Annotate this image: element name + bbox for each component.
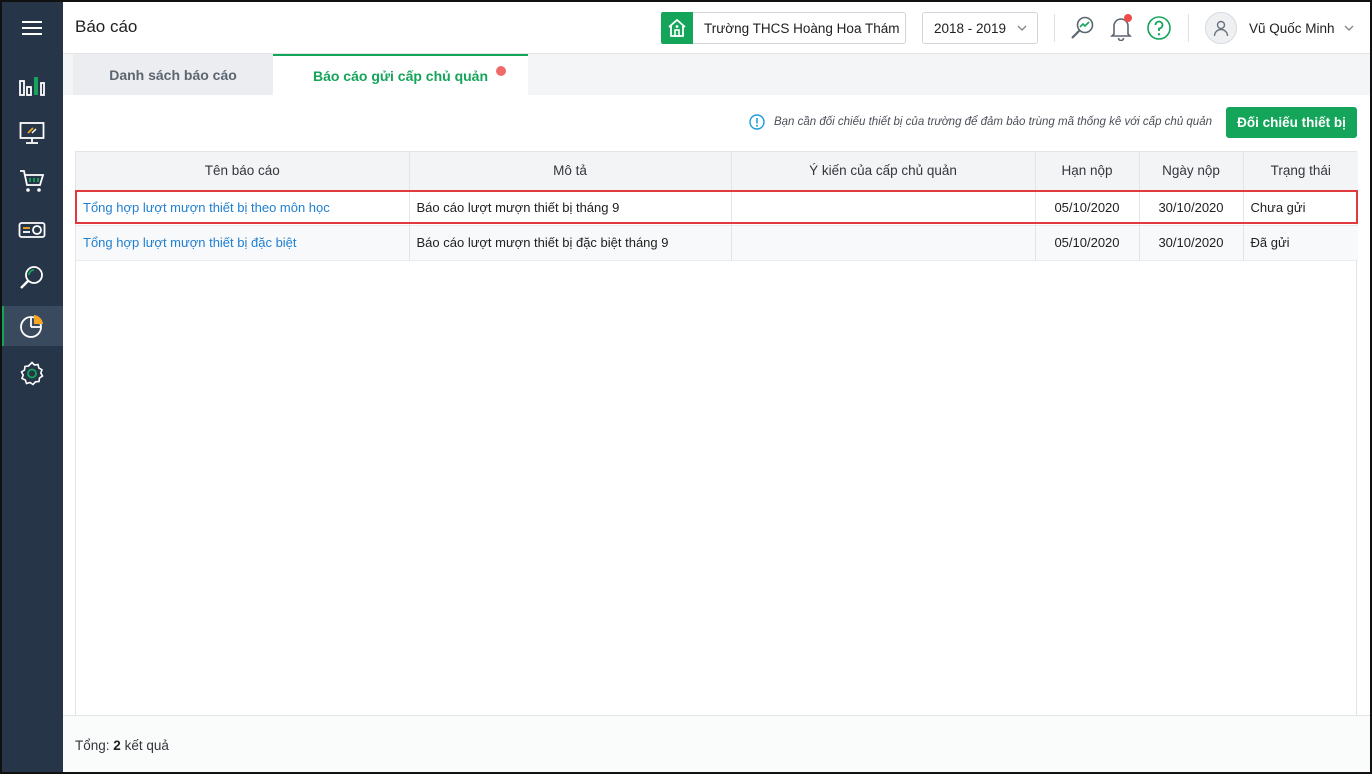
top-header: Báo cáo Trường THCS Hoàng Hoa Thám 2018 … [63, 0, 1372, 54]
sidebar-item-reports[interactable] [0, 306, 63, 346]
report-description: Báo cáo lượt mượn thiết bị đặc biệt thán… [409, 225, 732, 261]
bar-chart-icon [18, 77, 45, 96]
reports-table: Tên báo cáo Mô tả Ý kiến của cấp chủ quả… [75, 151, 1358, 715]
authority-feedback [731, 225, 1036, 261]
header-divider [1054, 14, 1055, 42]
school-year-value: 2018 - 2019 [934, 20, 1007, 36]
page-title: Báo cáo [75, 17, 138, 36]
sidebar-item-search[interactable] [0, 258, 63, 298]
school-selector[interactable]: Trường THCS Hoàng Hoa Thám [661, 12, 906, 44]
help-button[interactable] [1145, 14, 1173, 42]
column-header[interactable]: Hạn nộp [1035, 152, 1140, 191]
user-name: Vũ Quốc Minh [1249, 20, 1335, 36]
comparison-notice: Bạn cần đối chiếu thiết bị của trường để… [749, 114, 1212, 130]
status-cell: Đã gửi [1243, 225, 1358, 261]
main-panel: Bạn cần đối chiếu thiết bị của trường để… [63, 95, 1372, 715]
notice-text: Bạn cần đối chiếu thiết bị của trường để… [773, 116, 1212, 128]
submitted-date-cell: 30/10/2020 [1139, 225, 1244, 261]
monitor-icon [19, 122, 44, 144]
tab-notification-dot [496, 66, 506, 76]
projector-icon [18, 222, 45, 238]
total-count: 2 [113, 738, 121, 753]
notification-badge [1124, 14, 1132, 22]
tab-label: Báo cáo gửi cấp chủ quản [312, 67, 489, 84]
column-header[interactable]: Tên báo cáo [76, 152, 410, 191]
sidebar [0, 0, 63, 774]
submitted-date-cell: 30/10/2020 [1139, 190, 1244, 226]
chart-search-icon [1071, 16, 1094, 39]
menu-button[interactable] [0, 8, 63, 48]
cart-icon [19, 170, 44, 192]
gear-icon [19, 361, 44, 386]
status-cell: Chưa gửi [1243, 190, 1358, 226]
deadline-cell: 05/10/2020 [1035, 225, 1140, 261]
avatar [1205, 12, 1237, 44]
chevron-down-icon [1344, 25, 1354, 31]
report-name-link[interactable]: Tổng hợp lượt mượn thiết bị đặc biệt [83, 235, 297, 250]
notification-button[interactable] [1107, 14, 1135, 42]
compare-equipment-button[interactable]: Đối chiếu thiết bị [1226, 107, 1357, 138]
tab-label: Danh sách báo cáo [109, 66, 237, 83]
column-header[interactable]: Ngày nộp [1139, 152, 1244, 191]
magnifier-icon [19, 266, 43, 289]
equipment-search-button[interactable] [1068, 14, 1096, 42]
school-year-dropdown[interactable]: 2018 - 2019 [922, 12, 1038, 44]
total-label: Tổng: [75, 738, 110, 753]
result-count: Tổng: 2 kết quả [75, 738, 169, 753]
user-menu[interactable]: Vũ Quốc Minh [1205, 11, 1355, 45]
info-icon [749, 114, 765, 130]
chevron-down-icon [1017, 25, 1027, 31]
tab-bar: Danh sách báo cáo Báo cáo gửi cấp chủ qu… [63, 54, 1372, 95]
column-header[interactable]: Mô tả [409, 152, 732, 191]
school-name: Trường THCS Hoàng Hoa Thám [704, 20, 900, 36]
help-circle-icon [1147, 16, 1171, 40]
pie-chart-icon [19, 315, 43, 338]
table-footer: Tổng: 2 kết quả [63, 715, 1372, 774]
column-header[interactable]: Ý kiến của cấp chủ quản [731, 152, 1036, 191]
header-divider [1188, 14, 1189, 42]
authority-feedback [731, 190, 1036, 226]
report-description: Báo cáo lượt mượn thiết bị tháng 9 [409, 190, 732, 226]
school-icon [661, 12, 693, 44]
user-icon [1213, 20, 1229, 37]
sidebar-item-settings[interactable] [0, 354, 63, 394]
table-row[interactable]: Tổng hợp lượt mượn thiết bị đặc biệt Báo… [76, 225, 1358, 261]
total-suffix: kết quả [124, 738, 169, 753]
table-row[interactable]: Tổng hợp lượt mượn thiết bị theo môn học… [76, 190, 1358, 226]
sidebar-item-equipment[interactable] [0, 210, 63, 250]
table-header-row: Tên báo cáo Mô tả Ý kiến của cấp chủ quả… [76, 152, 1358, 191]
tab-reports-to-authority[interactable]: Báo cáo gửi cấp chủ quản [273, 54, 528, 95]
sidebar-item-purchase[interactable] [0, 161, 63, 201]
column-header[interactable]: Trạng thái [1243, 152, 1358, 191]
tab-report-list[interactable]: Danh sách báo cáo [73, 54, 273, 95]
hamburger-menu-icon [21, 21, 42, 35]
sidebar-item-dashboard[interactable] [0, 65, 63, 105]
sidebar-item-devices[interactable] [0, 113, 63, 153]
report-name-link[interactable]: Tổng hợp lượt mượn thiết bị theo môn học [83, 200, 330, 215]
deadline-cell: 05/10/2020 [1035, 190, 1140, 226]
